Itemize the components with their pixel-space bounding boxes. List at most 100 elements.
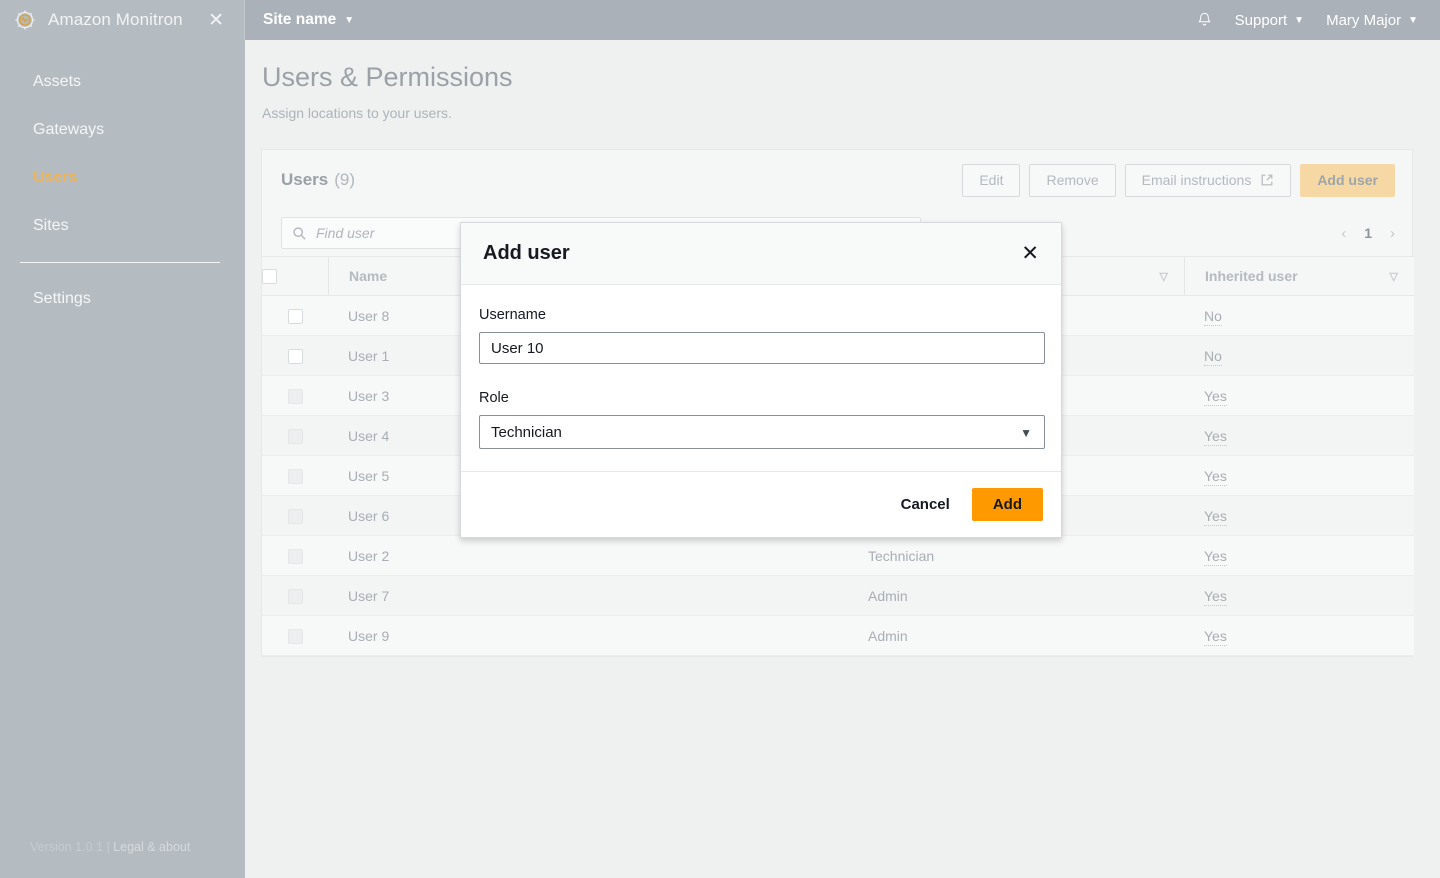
inherited-wrapper: Yes [1184,507,1227,526]
page-number[interactable]: 1 [1364,225,1372,241]
user-name: User 4 [348,427,390,444]
chevron-down-icon: ▼ [1408,15,1418,26]
inherited-user-value: Yes [1204,427,1227,446]
row-checkbox[interactable] [287,508,303,524]
sidebar-item-assets[interactable]: Assets [0,58,245,106]
sidebar-item-gateways[interactable]: Gateways [0,106,245,154]
row-checkbox[interactable] [287,548,303,564]
bell-icon [1196,11,1213,29]
add-user-button[interactable]: Add user [1300,163,1395,197]
user-role: Technician [868,547,935,564]
inherited-wrapper: No [1184,347,1222,366]
inherited-wrapper: Yes [1184,427,1227,446]
cell-inherited-user: Yes [1184,495,1414,536]
pagination: ‹ 1 › [1341,225,1395,242]
support-menu[interactable]: Support ▼ [1235,12,1304,29]
gear-chart-logo-icon [14,9,36,31]
add-user-modal: Add user ✕ Username Role Technician ▼ Ca… [460,222,1062,538]
top-bar: Amazon Monitron ✕ Site name ▼ Support ▼ … [0,0,1440,40]
add-button[interactable]: Add [971,488,1043,521]
legal-and-about-link[interactable]: Legal & about [113,840,190,854]
modal-footer: Cancel Add [461,471,1061,537]
row-select-cell [262,375,328,416]
select-all-checkbox[interactable] [262,269,277,285]
cell-name: User 7 [328,575,848,616]
chevron-left-icon[interactable]: ‹ [1341,225,1346,242]
sidebar-item-settings[interactable]: Settings [0,275,245,323]
card-actions: Edit Remove Email instructions Add user [962,163,1395,197]
user-menu-label: Mary Major [1326,11,1402,29]
users-count: (9) [334,170,356,189]
cancel-button[interactable]: Cancel [901,496,950,513]
row-checkbox[interactable] [287,628,303,644]
sidebar-item-users[interactable]: Users [0,154,245,202]
card-title: Users [281,170,329,189]
brand-tab[interactable]: Amazon Monitron ✕ [0,0,245,40]
search-icon [292,226,307,241]
inherited-wrapper: Yes [1184,467,1227,486]
column-header-inherited-user[interactable]: Inherited user ▽ [1184,256,1414,296]
row-select-cell [262,495,328,536]
chevron-down-icon: ▼ [1294,15,1305,26]
cell-inherited-user: No [1184,295,1414,336]
row-checkbox[interactable] [287,428,303,444]
row-select-cell [262,615,328,656]
sidebar-item-label: Users [33,169,78,186]
row-select-cell [262,535,328,576]
cell-role: Admin [848,615,1184,656]
table-row[interactable]: User 9 Admin Yes [262,615,1414,656]
cell-inherited-user: No [1184,335,1414,376]
version-label: Version 1.0.1 [30,840,103,854]
user-name: User 2 [348,547,390,564]
external-link-icon [1260,173,1274,187]
cell-role: Technician [848,535,1184,576]
sort-descending-icon[interactable]: ▽ [1160,270,1168,283]
user-name: User 1 [348,347,390,364]
select-all-header [262,256,328,296]
row-select-cell [262,335,328,376]
row-checkbox[interactable] [287,468,303,484]
cell-inherited-user: Yes [1184,575,1414,616]
table-row[interactable]: User 2 Technician Yes [262,535,1414,576]
user-menu[interactable]: Mary Major ▼ [1326,12,1418,29]
sidebar-divider [20,262,220,263]
column-label-name: Name [349,268,388,284]
email-instructions-button[interactable]: Email instructions [1124,163,1292,197]
user-name: User 7 [348,587,390,604]
sort-descending-icon[interactable]: ▽ [1390,270,1398,283]
inherited-user-value: Yes [1204,547,1227,566]
cell-inherited-user: Yes [1184,375,1414,416]
chevron-right-icon[interactable]: › [1390,225,1395,242]
row-checkbox[interactable] [287,388,303,404]
edit-button[interactable]: Edit [962,163,1021,197]
close-icon[interactable]: ✕ [208,11,224,30]
username-label: Username [479,307,546,323]
site-selector[interactable]: Site name ▼ [263,11,354,29]
row-select-cell [262,575,328,616]
username-field[interactable] [479,332,1045,364]
role-select[interactable]: Technician [479,415,1045,449]
cell-inherited-user: Yes [1184,455,1414,496]
inherited-user-value: No [1204,307,1222,326]
inherited-user-value: Yes [1204,507,1227,526]
close-icon[interactable]: ✕ [1021,243,1039,264]
table-row[interactable]: User 7 Admin Yes [262,575,1414,616]
site-selector-label: Site name [263,11,337,28]
inherited-user-value: No [1204,347,1222,366]
user-name: User 5 [348,467,390,484]
page-subtitle: Assign locations to your users. [262,105,452,121]
row-checkbox[interactable] [287,308,303,324]
row-checkbox[interactable] [287,588,303,604]
row-checkbox[interactable] [287,348,303,364]
cell-inherited-user: Yes [1184,415,1414,456]
sidebar-item-sites[interactable]: Sites [0,202,245,250]
sidebar-footer: Version 1.0.1 | Legal & about [30,840,190,854]
sidebar-item-label: Gateways [33,121,105,138]
notifications-button[interactable] [1196,11,1213,29]
remove-button[interactable]: Remove [1029,163,1116,197]
sidebar: Assets Gateways Users Sites Settings Ver… [0,40,245,878]
row-select-cell [262,455,328,496]
inherited-wrapper: No [1184,307,1222,326]
modal-header: Add user ✕ [461,223,1061,285]
role-select-wrapper: Technician ▼ [479,415,1045,449]
